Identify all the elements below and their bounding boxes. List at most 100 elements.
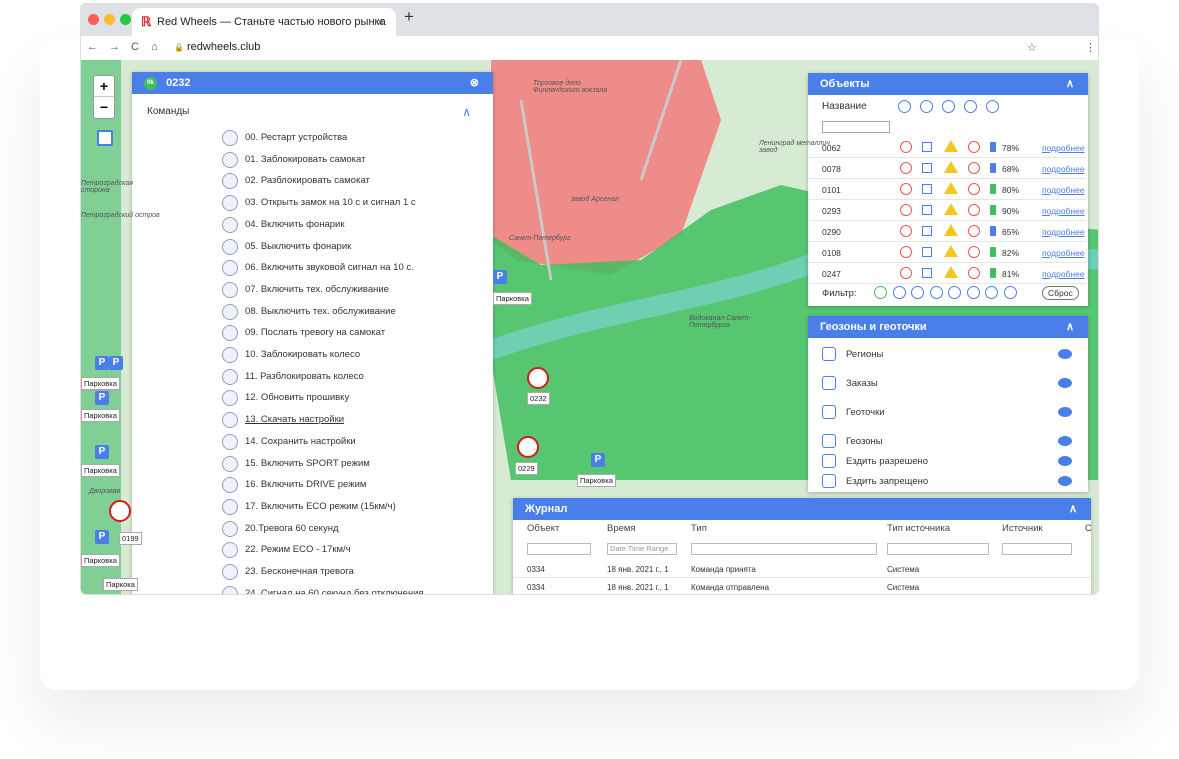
table-row[interactable]: 0108 82% подробнее bbox=[808, 242, 1086, 263]
source-input[interactable] bbox=[1002, 543, 1072, 555]
details-link[interactable]: подробнее bbox=[1042, 185, 1085, 195]
url-text[interactable]: redwheels.club bbox=[187, 41, 260, 53]
object-id: 0293 bbox=[822, 206, 841, 216]
name-filter-input[interactable] bbox=[822, 121, 890, 133]
select-checkbox[interactable] bbox=[922, 142, 932, 152]
visibility-toggle-icon[interactable] bbox=[1058, 378, 1072, 388]
chevron-up-icon[interactable]: ∧ bbox=[462, 105, 471, 119]
map-place-label: Водоканал Санкт-Петербурга bbox=[689, 315, 751, 329]
visibility-toggle-icon[interactable] bbox=[1058, 476, 1072, 486]
type-select[interactable] bbox=[691, 543, 877, 555]
object-filter-input[interactable] bbox=[527, 543, 591, 555]
map-area[interactable]: + − 0k 0232 ⊗ Команды ∧ 00. Рестарт устр… bbox=[81, 60, 1098, 594]
parking-marker-icon[interactable]: P bbox=[95, 356, 109, 370]
tab-bar: ℝ Red Wheels — Станьте частью нового рын… bbox=[81, 4, 1098, 36]
lock-icon[interactable] bbox=[986, 100, 999, 113]
select-checkbox[interactable] bbox=[922, 226, 932, 236]
table-row[interactable]: 0078 68% подробнее bbox=[808, 158, 1086, 179]
new-tab-button[interactable]: + bbox=[404, 7, 414, 27]
chevron-up-icon[interactable]: ∧ bbox=[1066, 73, 1074, 95]
visibility-toggle-icon[interactable] bbox=[1058, 456, 1072, 466]
alarm-filter-icon[interactable] bbox=[911, 286, 925, 299]
visibility-toggle-icon[interactable] bbox=[1058, 349, 1072, 359]
parking-marker-icon[interactable]: P bbox=[591, 453, 605, 467]
zoom-out-button[interactable]: − bbox=[94, 97, 114, 118]
close-panel-icon[interactable]: ⊗ bbox=[470, 72, 479, 94]
close-window-dot[interactable] bbox=[88, 14, 99, 25]
scooter-marker-icon[interactable] bbox=[517, 436, 539, 458]
device-label[interactable]: 0199 bbox=[119, 532, 142, 545]
parking-marker-icon[interactable]: P bbox=[95, 530, 109, 544]
chevron-up-icon[interactable]: ∧ bbox=[1066, 316, 1074, 338]
maximize-window-dot[interactable] bbox=[120, 14, 131, 25]
zone-filter-icon[interactable] bbox=[985, 286, 999, 299]
gps-filter-icon[interactable] bbox=[948, 286, 962, 299]
zoom-in-button[interactable]: + bbox=[94, 76, 114, 97]
select-checkbox[interactable] bbox=[922, 268, 932, 278]
table-row[interactable]: 0290 65% подробнее bbox=[808, 221, 1086, 242]
select-checkbox[interactable] bbox=[922, 247, 932, 257]
scooter-marker-icon[interactable] bbox=[109, 500, 131, 522]
details-link[interactable]: подробнее bbox=[1042, 143, 1085, 153]
select-checkbox[interactable] bbox=[922, 184, 932, 194]
scooter-marker-icon[interactable] bbox=[527, 367, 549, 389]
parking-marker-icon[interactable]: P bbox=[493, 270, 507, 284]
select-checkbox[interactable] bbox=[922, 163, 932, 173]
speed-icon[interactable] bbox=[898, 100, 911, 113]
geo-item[interactable]: Геозоны bbox=[808, 433, 1086, 451]
details-link[interactable]: подробнее bbox=[1042, 227, 1085, 237]
tab-close-icon[interactable]: × bbox=[377, 8, 384, 36]
lock-filter-icon[interactable] bbox=[929, 286, 943, 299]
visibility-icon[interactable] bbox=[920, 100, 933, 113]
history-icon[interactable] bbox=[964, 100, 977, 113]
device-label[interactable]: 0232 bbox=[527, 392, 550, 405]
table-row[interactable]: 0062 78% подробнее bbox=[808, 137, 1086, 158]
layers-icon[interactable] bbox=[97, 130, 113, 146]
command-icon bbox=[222, 520, 238, 537]
visibility-toggle-icon[interactable] bbox=[1058, 407, 1072, 417]
home-icon[interactable]: ⌂ bbox=[151, 41, 158, 53]
warning-icon bbox=[944, 224, 958, 236]
parking-marker-icon[interactable]: P bbox=[109, 356, 123, 370]
device-label[interactable]: 0229 bbox=[515, 462, 538, 475]
command-label: 23. Бесконечная тревога bbox=[245, 566, 354, 577]
details-link[interactable]: подробнее bbox=[1042, 248, 1085, 258]
source-type-select[interactable] bbox=[887, 543, 989, 555]
reset-filter-button[interactable]: Сброс bbox=[1042, 286, 1079, 300]
browser-tab[interactable]: ℝ Red Wheels — Станьте частью нового рын… bbox=[132, 8, 396, 36]
device-title: 0232 bbox=[166, 77, 191, 89]
back-icon[interactable]: ← bbox=[87, 41, 98, 53]
table-row[interactable]: 0293 90% подробнее bbox=[808, 200, 1086, 221]
details-link[interactable]: подробнее bbox=[1042, 164, 1085, 174]
geo-item[interactable]: Заказы bbox=[808, 375, 1086, 393]
table-row[interactable]: 0334 18 янв. 2021 г., 1 Команда отправлена… bbox=[513, 578, 1091, 594]
table-row[interactable]: 0101 80% подробнее bbox=[808, 179, 1086, 200]
details-link[interactable]: подробнее bbox=[1042, 269, 1085, 279]
speed-filter-icon[interactable] bbox=[892, 286, 906, 299]
geo-item[interactable]: Регионы bbox=[808, 346, 1086, 364]
bookmark-star-icon[interactable]: ☆ bbox=[1027, 41, 1037, 54]
forward-icon[interactable]: → bbox=[109, 41, 120, 53]
chevron-up-icon[interactable]: ∧ bbox=[1069, 498, 1077, 520]
alarm-icon[interactable] bbox=[942, 100, 955, 113]
parking-filter-icon[interactable] bbox=[1003, 286, 1017, 299]
parking-marker-icon[interactable]: P bbox=[95, 391, 109, 405]
select-checkbox[interactable] bbox=[922, 205, 932, 215]
geo-item[interactable]: Ездить разрешено bbox=[808, 453, 1086, 471]
browser-menu-icon[interactable]: ⋮ bbox=[1085, 41, 1096, 54]
geo-title: Геозоны и геоточки bbox=[820, 321, 927, 333]
battery-icon bbox=[990, 226, 996, 236]
reload-icon[interactable]: C bbox=[131, 41, 139, 53]
geo-item-label: Геоточки bbox=[846, 407, 885, 418]
geo-item[interactable]: Ездить запрещено bbox=[808, 473, 1086, 491]
location-filter-icon[interactable] bbox=[874, 286, 887, 299]
minimize-window-dot[interactable] bbox=[104, 14, 115, 25]
table-row[interactable]: 0334 18 янв. 2021 г., 1 Команда принята Сис… bbox=[513, 560, 1091, 578]
history-filter-icon[interactable] bbox=[966, 286, 980, 299]
details-link[interactable]: подробнее bbox=[1042, 206, 1085, 216]
visibility-toggle-icon[interactable] bbox=[1058, 436, 1072, 446]
date-range-input[interactable]: Date Time Range bbox=[607, 543, 677, 555]
table-row[interactable]: 0247 81% подробнее bbox=[808, 263, 1086, 284]
parking-marker-icon[interactable]: P bbox=[95, 445, 109, 459]
geo-item[interactable]: Геоточки bbox=[808, 404, 1086, 422]
